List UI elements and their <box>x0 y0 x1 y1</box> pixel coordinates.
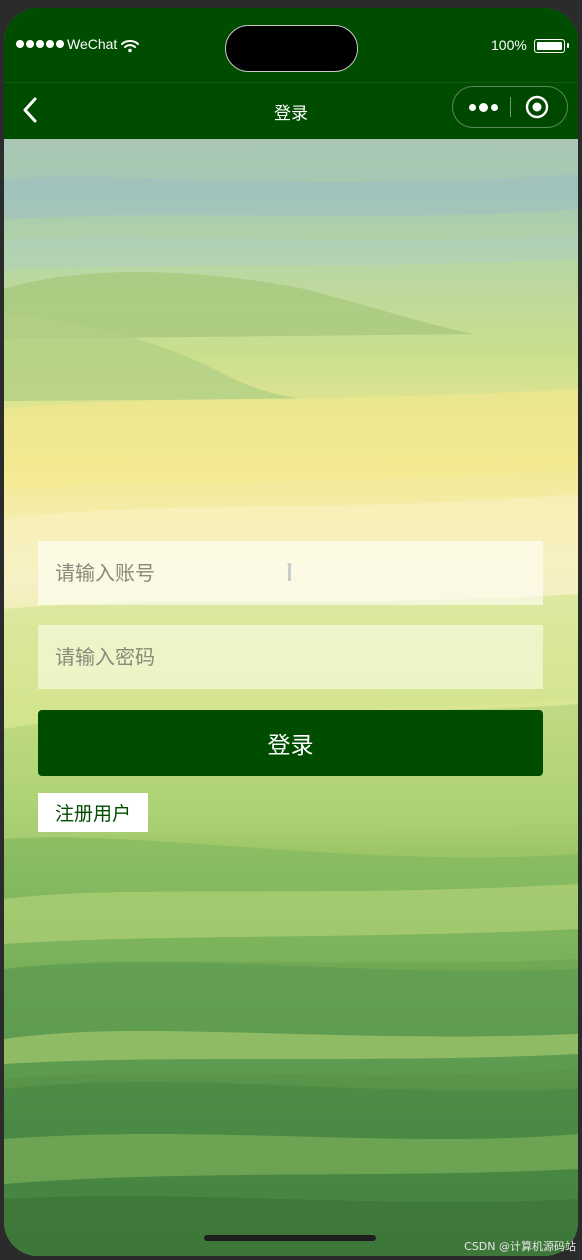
password-input[interactable] <box>38 625 543 689</box>
watermark: CSDN @计算机源码站 <box>464 1240 576 1253</box>
background-landscape-image <box>4 139 578 1256</box>
signal-dots-icon <box>16 40 64 48</box>
login-button[interactable]: 登录 <box>38 710 543 776</box>
home-indicator <box>204 1235 376 1241</box>
capsule-close-icon[interactable] <box>525 95 549 119</box>
account-input[interactable] <box>38 541 543 605</box>
battery-percent: 100% <box>491 37 527 53</box>
more-dots-icon[interactable] <box>464 97 502 117</box>
register-button[interactable]: 注册用户 <box>38 793 148 832</box>
mini-program-capsule <box>452 86 568 128</box>
capsule-divider <box>510 97 511 117</box>
wifi-icon <box>121 38 139 57</box>
battery-icon <box>534 39 569 53</box>
carrier-label: WeChat <box>67 36 118 52</box>
top-bar: WeChat 100% 登录 <box>4 8 578 139</box>
navigation-bar: 登录 <box>4 82 578 139</box>
status-bar: WeChat 100% <box>4 8 578 83</box>
camera-notch <box>225 25 358 72</box>
phone-frame: WeChat 100% 登录 请输入账号 登录 注册用户 <box>4 8 578 1256</box>
